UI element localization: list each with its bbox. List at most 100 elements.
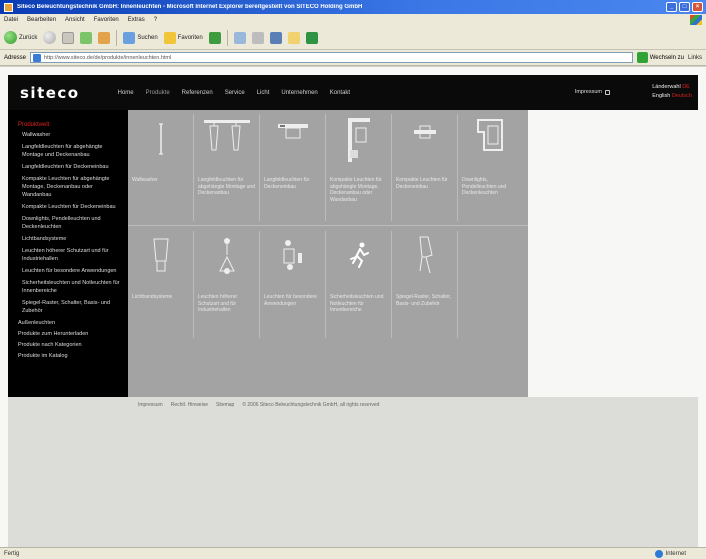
nav-company[interactable]: Unternehmen [281,90,317,96]
checkbox-icon[interactable] [605,89,610,95]
menu-favorites[interactable]: Favoriten [94,17,119,23]
nav-products[interactable]: Produkte [146,90,170,96]
maximize-button[interactable]: □ [679,2,690,12]
nav-contact[interactable]: Kontakt [330,90,350,96]
menu-file[interactable]: Datei [4,17,18,23]
sidebar-item-light-band[interactable]: Lichtbandsysteme [22,235,120,243]
product-tile-special[interactable]: Leuchten für besondere Anwendungen [260,227,326,342]
sidebar-item-compact-pendant[interactable]: Kompakte Leuchten für abgehängte Montage… [22,175,120,199]
sidebar-item-categories[interactable]: Produkte nach Kategorien [18,341,120,349]
nav-light[interactable]: Licht [257,90,270,96]
home-button[interactable] [98,31,111,44]
nav-service[interactable]: Service [225,90,245,96]
recessed-linear-icon [278,124,308,139]
close-button[interactable]: × [692,2,703,12]
menu-bar: Datei Bearbeiten Ansicht Favoriten Extra… [0,14,706,26]
menu-edit[interactable]: Bearbeiten [27,17,56,23]
product-tile-accessories[interactable]: Spiegel-Raster, Schalter, Basis- und Zub… [392,227,458,342]
browser-toolbar: Zurück Suchen Favoriten [0,26,706,50]
product-tile-industrial[interactable]: Leuchten höherer Schutzart und für Indus… [194,227,260,342]
sidebar-sub-list: Wallwasher Langfeldleuchten für abgehäng… [18,131,120,315]
industrial-icon [219,238,235,274]
stop-button[interactable] [62,31,75,44]
search-button[interactable]: Suchen [123,31,158,44]
product-tile-emergency[interactable]: Sicherheitsleuchten und Notleuchten für … [326,227,392,342]
sidebar-item-compact-recessed[interactable]: Kompakte Leuchten für Deckeneinbau [22,203,120,211]
menu-view[interactable]: Ansicht [65,17,85,23]
sidebar-item-downloads[interactable]: Produkte zum Herunterladen [18,330,120,338]
windows-logo-icon [690,15,702,25]
sidebar: Produktwelt Wallwasher Langfeldleuchten … [8,110,128,397]
product-tile-wallwasher[interactable]: Wallwasher [128,110,194,225]
print-button[interactable] [251,31,264,44]
go-button[interactable]: Wechseln zu [636,52,684,63]
footer-copyright: © 2006 Siteco Beleuchtungstechnik GmbH, … [242,402,380,408]
footer-legal[interactable]: Rechtl. Hinweise [171,402,208,408]
zone-label: Internet [665,551,686,557]
back-arrow-icon [4,31,17,44]
menu-tools[interactable]: Extras [128,17,145,23]
minimize-button[interactable]: _ [666,2,677,12]
imprint-link[interactable]: Impressum [575,89,602,95]
forward-button[interactable] [43,31,57,44]
sidebar-item-emergency[interactable]: Sicherheitsleuchten und Notleuchten für … [22,279,120,295]
history-button[interactable] [208,31,221,44]
globe-icon [654,550,663,558]
back-button[interactable]: Zurück [4,31,37,44]
site-header: siteco Home Produkte Referenzen Service … [8,75,698,110]
toolbar-divider [116,29,118,46]
special-icon [283,240,302,270]
language-german[interactable]: Deutsch [672,93,692,99]
sidebar-item-outdoor[interactable]: Außenleuchten [18,319,120,327]
product-tile-compact-pendant[interactable]: Kompakte Leuchten für abgehängte Montage… [326,110,392,225]
favorites-button[interactable]: Favoriten [163,31,203,44]
messenger-button[interactable] [305,31,318,44]
refresh-button[interactable] [80,31,93,44]
mail-button[interactable] [233,31,246,44]
sidebar-item-wallwasher[interactable]: Wallwasher [22,131,120,139]
sidebar-item-industrial[interactable]: Leuchten höherer Schutzart und für Indus… [22,247,120,263]
product-tile-downlights[interactable]: Downlights, Pendelleuchten und Deckenleu… [458,110,524,225]
status-bar: Fertig Internet [0,547,706,559]
product-name: Kompakte Leuchten für abgehängte Montage… [330,177,382,203]
emergency-icon [350,242,369,268]
window-titlebar: Siteco Beleuchtungstechnik GmbH: Innenle… [0,0,706,14]
country-select-label[interactable]: Länderwahl [652,84,680,90]
header-utility: Impressum [575,89,610,95]
nav-references[interactable]: Referenzen [182,90,213,96]
go-label: Wechseln zu [649,54,684,61]
folder-button[interactable] [287,31,300,44]
sidebar-item-linear-recessed[interactable]: Langfeldleuchten für Deckeneinbau [22,163,120,171]
security-zone: Internet [654,550,686,558]
address-bar: Adresse http://www.siteco.de/de/produkte… [0,50,706,66]
sidebar-item-special[interactable]: Leuchten für besondere Anwendungen [22,267,120,275]
url-input[interactable]: http://www.siteco.de/de/produkte/innenle… [30,52,633,63]
sidebar-main-list: Außenleuchten Produkte zum Herunterladen… [18,319,120,360]
pendant-double-icon [204,120,250,151]
back-label: Zurück [19,34,38,41]
downlight-icon [477,119,503,151]
toolbar-divider [226,29,228,46]
country-current[interactable]: DE [682,84,690,90]
edit-button[interactable] [269,31,282,44]
menu-help[interactable]: ? [154,17,157,23]
product-tile-light-band[interactable]: Lichtbandsysteme [128,227,194,342]
sidebar-item-accessories[interactable]: Spiegel-Raster, Schalter, Basis- und Zub… [22,299,120,315]
links-button[interactable]: Links [688,55,702,61]
footer-links: Impressum Rechtl. Hinweise Sitemap © 200… [138,402,379,408]
recessed-compact-icon [414,125,436,139]
sidebar-item-linear-pendant[interactable]: Langfeldleuchten für abgehängte Montage … [22,143,120,159]
sidebar-item-catalog[interactable]: Produkte im Katalog [18,352,120,360]
product-tile-linear-recessed[interactable]: Langfeldleuchten für Deckeneinbau [260,110,326,225]
product-tile-linear-pendant[interactable]: Langfeldleuchten für abgehängte Montage … [194,110,260,225]
sidebar-title[interactable]: Produktwelt [18,122,120,128]
go-arrow-icon [636,52,648,63]
siteco-logo[interactable]: siteco [20,84,80,102]
product-name: Langfeldleuchten für Deckeneinbau [264,177,310,190]
footer-sitemap[interactable]: Sitemap [216,402,234,408]
language-english[interactable]: English [652,93,670,99]
footer-imprint[interactable]: Impressum [138,402,163,408]
product-tile-compact-recessed[interactable]: Kompakte Leuchten für Deckeneinbau [392,110,458,225]
sidebar-item-downlights[interactable]: Downlights, Pendelleuchten und Deckenleu… [22,215,120,231]
nav-home[interactable]: Home [118,90,134,96]
